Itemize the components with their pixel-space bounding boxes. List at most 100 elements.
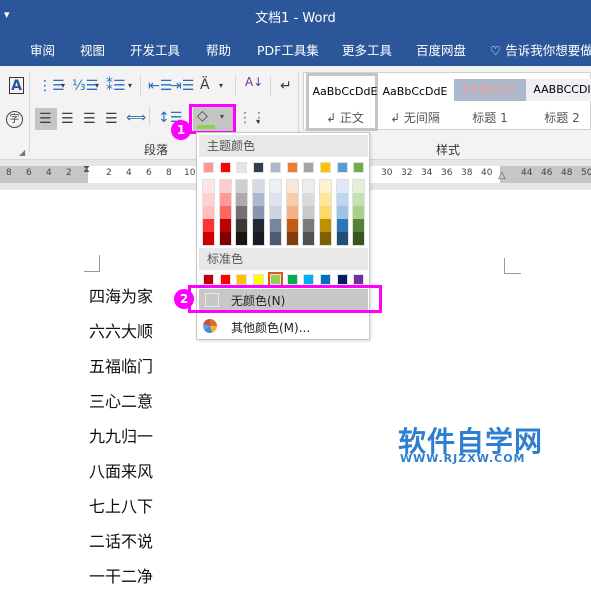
theme-shade-swatch[interactable] xyxy=(303,180,315,193)
theme-color-swatch[interactable] xyxy=(203,162,214,173)
tab-pdf-tools[interactable]: PDF工具集 xyxy=(257,40,319,59)
theme-shade-swatch[interactable] xyxy=(319,219,331,232)
theme-color-swatch[interactable] xyxy=(303,162,315,173)
theme-shade-swatch[interactable] xyxy=(236,180,248,193)
theme-shade-swatch[interactable] xyxy=(336,219,348,232)
style-heading-2[interactable]: AABBCCDI 标题 2 xyxy=(526,73,591,131)
increase-indent-icon[interactable]: ⇥☰ xyxy=(170,78,194,94)
document-line[interactable]: 四海为家 xyxy=(89,283,153,307)
theme-shade-swatch[interactable] xyxy=(269,219,281,232)
justify-icon[interactable]: ☰ xyxy=(105,111,118,127)
align-right-icon[interactable]: ☰ xyxy=(83,111,96,127)
align-center-icon[interactable]: ☰ xyxy=(61,111,74,127)
theme-shade-swatch[interactable] xyxy=(319,232,331,245)
theme-color-swatch[interactable] xyxy=(253,162,265,173)
character-border-icon[interactable]: A xyxy=(9,77,24,94)
distributed-icon[interactable]: ⟺ xyxy=(126,110,146,126)
theme-shade-swatch[interactable] xyxy=(336,180,348,193)
theme-shade-swatch[interactable] xyxy=(303,219,315,232)
theme-shade-swatch[interactable] xyxy=(253,219,265,232)
theme-shade-swatch[interactable] xyxy=(219,180,231,193)
theme-shade-swatch[interactable] xyxy=(253,180,265,193)
tab-view[interactable]: 视图 xyxy=(80,40,105,59)
theme-color-swatch[interactable] xyxy=(319,162,331,173)
tab-baidu-netdisk[interactable]: 百度网盘 xyxy=(416,40,466,59)
show-marks-icon[interactable]: ↵ xyxy=(280,78,292,94)
indent-marker-icon[interactable]: ⧗ xyxy=(83,162,90,178)
theme-shade-swatch[interactable] xyxy=(303,206,315,219)
tab-more-tools[interactable]: 更多工具 xyxy=(342,40,392,59)
align-left-icon[interactable]: ☰ xyxy=(39,111,52,127)
standard-color-swatch[interactable] xyxy=(219,274,231,285)
standard-color-swatch[interactable] xyxy=(286,274,298,285)
style-no-spacing[interactable]: AaBbCcDdE ↲ 无间隔 xyxy=(379,73,451,131)
theme-shade-swatch[interactable] xyxy=(286,193,298,206)
numbering-dropdown-icon[interactable]: ▾ xyxy=(95,78,99,94)
theme-shade-swatch[interactable] xyxy=(203,232,214,245)
theme-shade-swatch[interactable] xyxy=(203,193,214,206)
document-line[interactable]: 一干二净 xyxy=(89,563,153,587)
theme-shade-swatch[interactable] xyxy=(286,232,298,245)
style-heading-1[interactable]: AABBCCI 标题 1 xyxy=(454,73,526,131)
theme-shade-swatch[interactable] xyxy=(353,232,365,245)
bullets-dropdown-icon[interactable]: ▾ xyxy=(61,78,65,94)
theme-shade-swatch[interactable] xyxy=(303,232,315,245)
tell-me-search[interactable]: ♡ 告诉我你想要做 xyxy=(490,40,591,59)
theme-shade-swatch[interactable] xyxy=(203,180,214,193)
text-direction-dropdown-icon[interactable]: ▾ xyxy=(219,78,223,94)
theme-shade-swatch[interactable] xyxy=(219,206,231,219)
more-colors-menu-item[interactable]: 其他颜色(M)... xyxy=(231,319,310,336)
standard-color-swatch[interactable] xyxy=(336,274,348,285)
standard-color-swatch[interactable] xyxy=(319,274,331,285)
theme-shade-swatch[interactable] xyxy=(203,219,214,232)
standard-color-swatch[interactable] xyxy=(353,274,365,285)
theme-shade-swatch[interactable] xyxy=(269,206,281,219)
tab-review[interactable]: 审阅 xyxy=(30,40,55,59)
theme-shade-swatch[interactable] xyxy=(236,232,248,245)
document-line[interactable]: 三心二意 xyxy=(89,388,153,412)
theme-color-swatch[interactable] xyxy=(286,162,298,173)
standard-color-swatch[interactable] xyxy=(203,274,214,285)
theme-shade-swatch[interactable] xyxy=(236,219,248,232)
document-line[interactable]: 七上八下 xyxy=(89,493,153,517)
sort-icon[interactable]: A↓ xyxy=(245,74,263,90)
theme-shade-swatch[interactable] xyxy=(219,219,231,232)
document-line[interactable]: 九九归一 xyxy=(89,423,153,447)
theme-color-swatch[interactable] xyxy=(269,162,281,173)
theme-shade-swatch[interactable] xyxy=(286,180,298,193)
theme-shade-swatch[interactable] xyxy=(219,232,231,245)
borders-dropdown-icon[interactable]: ▾ xyxy=(256,114,260,130)
theme-shade-swatch[interactable] xyxy=(253,193,265,206)
theme-shade-swatch[interactable] xyxy=(319,180,331,193)
theme-shade-swatch[interactable] xyxy=(353,206,365,219)
decrease-indent-icon[interactable]: ⇤☰ xyxy=(148,78,172,94)
multilevel-dropdown-icon[interactable]: ▾ xyxy=(128,78,132,94)
theme-shade-swatch[interactable] xyxy=(269,193,281,206)
standard-color-swatch[interactable] xyxy=(303,274,315,285)
theme-shade-swatch[interactable] xyxy=(303,193,315,206)
theme-shade-swatch[interactable] xyxy=(286,219,298,232)
theme-color-swatch[interactable] xyxy=(236,162,248,173)
right-indent-marker-icon[interactable]: △ xyxy=(498,168,506,184)
enclose-characters-icon[interactable]: 字 xyxy=(6,111,23,128)
theme-shade-swatch[interactable] xyxy=(203,206,214,219)
dialog-launcher-icon[interactable]: ◢ xyxy=(19,145,25,161)
theme-shade-swatch[interactable] xyxy=(319,193,331,206)
theme-shade-swatch[interactable] xyxy=(236,206,248,219)
standard-color-swatch[interactable] xyxy=(236,274,248,285)
theme-shade-swatch[interactable] xyxy=(236,193,248,206)
borders-icon[interactable]: ⋮⋮ xyxy=(238,110,266,126)
document-line[interactable]: 八面来风 xyxy=(89,458,153,482)
standard-color-swatch[interactable] xyxy=(253,274,265,285)
theme-shade-swatch[interactable] xyxy=(286,206,298,219)
theme-color-swatch[interactable] xyxy=(219,162,231,173)
theme-color-swatch[interactable] xyxy=(336,162,348,173)
tab-developer[interactable]: 开发工具 xyxy=(130,40,180,59)
theme-shade-swatch[interactable] xyxy=(269,180,281,193)
multilevel-list-icon[interactable]: ⁑☰ xyxy=(106,78,126,94)
document-line[interactable]: 二话不说 xyxy=(89,528,153,552)
theme-shade-swatch[interactable] xyxy=(353,180,365,193)
style-normal[interactable]: AaBbCcDdE ↲ 正文 xyxy=(306,73,378,131)
theme-shade-swatch[interactable] xyxy=(353,219,365,232)
document-line[interactable]: 六六大顺 xyxy=(89,318,153,342)
